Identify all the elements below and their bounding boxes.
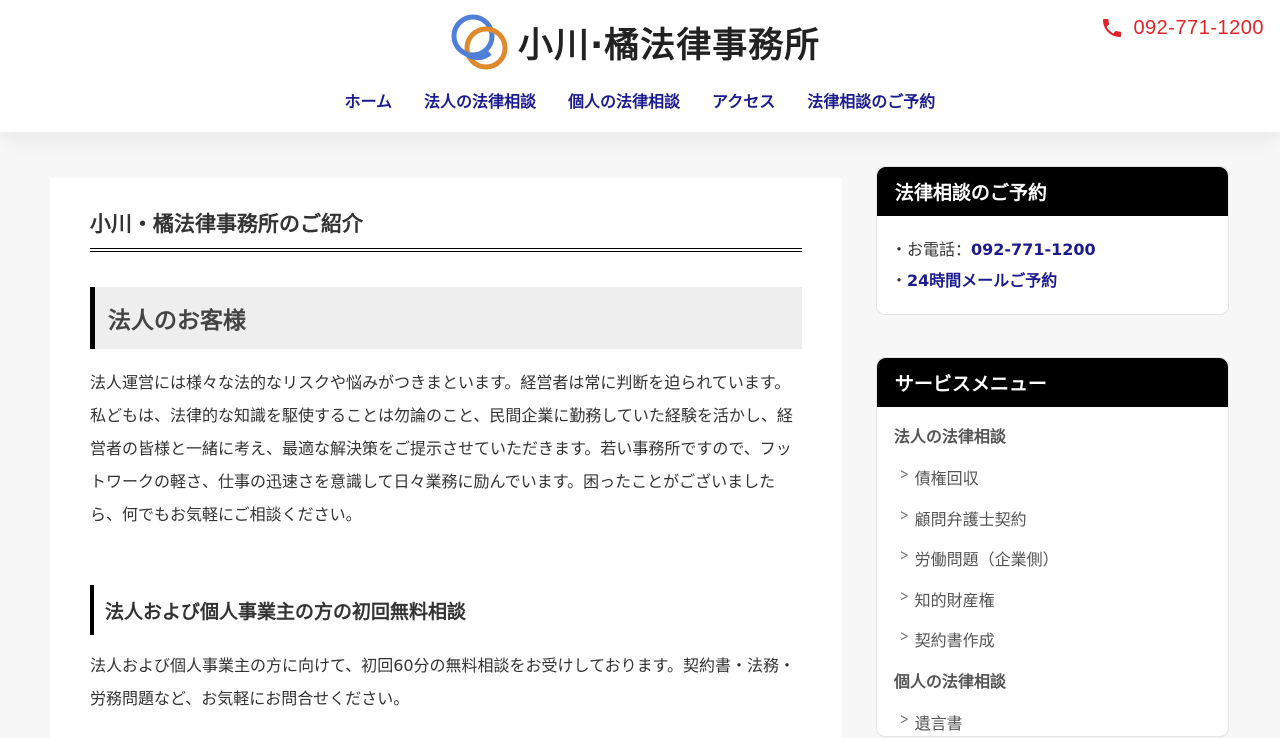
chevron-right-icon: > xyxy=(899,586,909,605)
section-heading-corporate: 法人のお客様 xyxy=(90,287,802,349)
header-phone-number: 092-771-1200 xyxy=(1133,16,1264,39)
chevron-right-icon: > xyxy=(899,709,909,728)
service-category-personal[interactable]: 個人の法律相談 xyxy=(894,668,1211,710)
reservation-widget-title: 法律相談のご予約 xyxy=(877,167,1228,216)
logo-rings-icon xyxy=(451,14,508,70)
chevron-right-icon: > xyxy=(899,546,909,564)
chevron-right-icon: > xyxy=(899,627,909,645)
chevron-right-icon: > xyxy=(899,465,909,483)
reservation-mail-link[interactable]: 24時間メールご予約 xyxy=(907,271,1057,290)
nav-corporate-consultation[interactable]: 法人の法律相談 xyxy=(424,88,536,112)
nav-home[interactable]: ホーム xyxy=(345,88,393,112)
free-consultation-text: 法人および個人事業主の方に向けて、初回60分の無料相談をお受けしております。契約… xyxy=(90,656,796,708)
phone-icon xyxy=(1103,19,1122,37)
page-title: 小川・橘法律事務所のご紹介 xyxy=(90,208,802,252)
chevron-right-icon: > xyxy=(899,505,909,524)
service-item-will[interactable]: > 遺言書 xyxy=(894,709,1211,737)
reservation-mail-bullet: ・ xyxy=(891,271,908,290)
service-item-intellectual-property[interactable]: > 知的財産権 xyxy=(894,587,1211,628)
reservation-phone-label: ・お電話： xyxy=(891,240,972,259)
reservation-phone-row: ・お電話：092-771-1200 xyxy=(891,234,1214,265)
service-category-corporate[interactable]: 法人の法律相談 xyxy=(894,423,1211,465)
nav-personal-consultation[interactable]: 個人の法律相談 xyxy=(568,88,680,112)
service-item-contract-drafting[interactable]: > 契約書作成 xyxy=(894,627,1211,668)
service-item-debt-collection[interactable]: > 債権回収 xyxy=(894,465,1211,506)
header-phone[interactable]: 092-771-1200 xyxy=(1100,16,1264,40)
main-content: 小川・橘法律事務所のご紹介 法人のお客様 法人運営には様々な法的なリスクや悩みが… xyxy=(50,178,842,738)
main-nav: ホーム 法人の法律相談 個人の法律相談 アクセス 法律相談のご予約 xyxy=(0,88,1280,112)
logo-text: 小川·橘法律事務所 xyxy=(518,25,821,66)
sub-heading-free-consultation: 法人および個人事業主の方の初回無料相談 xyxy=(90,585,802,635)
nav-access[interactable]: アクセス xyxy=(712,88,775,112)
reservation-mail-row: ・24時間メールご予約 xyxy=(891,265,1214,296)
service-menu-widget: サービスメニュー 法人の法律相談 > 債権回収 > 顧問弁護士契約 > 労働問題（企業… xyxy=(876,357,1229,737)
reservation-widget: 法律相談のご予約 ・お電話：092-771-1200 ・24時間メールご予約 xyxy=(876,166,1229,315)
corporate-intro-text: 法人運営には様々な法的なリスクや悩みがつきまといます。経営者は常に判断を迫られて… xyxy=(90,373,793,524)
service-menu-title: サービスメニュー xyxy=(877,358,1228,407)
reservation-phone-link[interactable]: 092-771-1200 xyxy=(971,240,1096,259)
nav-reservation[interactable]: 法律相談のご予約 xyxy=(807,88,935,112)
service-item-labor-issues[interactable]: > 労働問題（企業側） xyxy=(894,546,1211,587)
site-logo[interactable]: 小川·橘法律事務所 xyxy=(450,12,820,72)
service-item-advisory-contract[interactable]: > 顧問弁護士契約 xyxy=(894,506,1211,547)
site-header: 小川·橘法律事務所 092-771-1200 ホーム 法人の法律相談 個人の法律… xyxy=(0,0,1280,132)
